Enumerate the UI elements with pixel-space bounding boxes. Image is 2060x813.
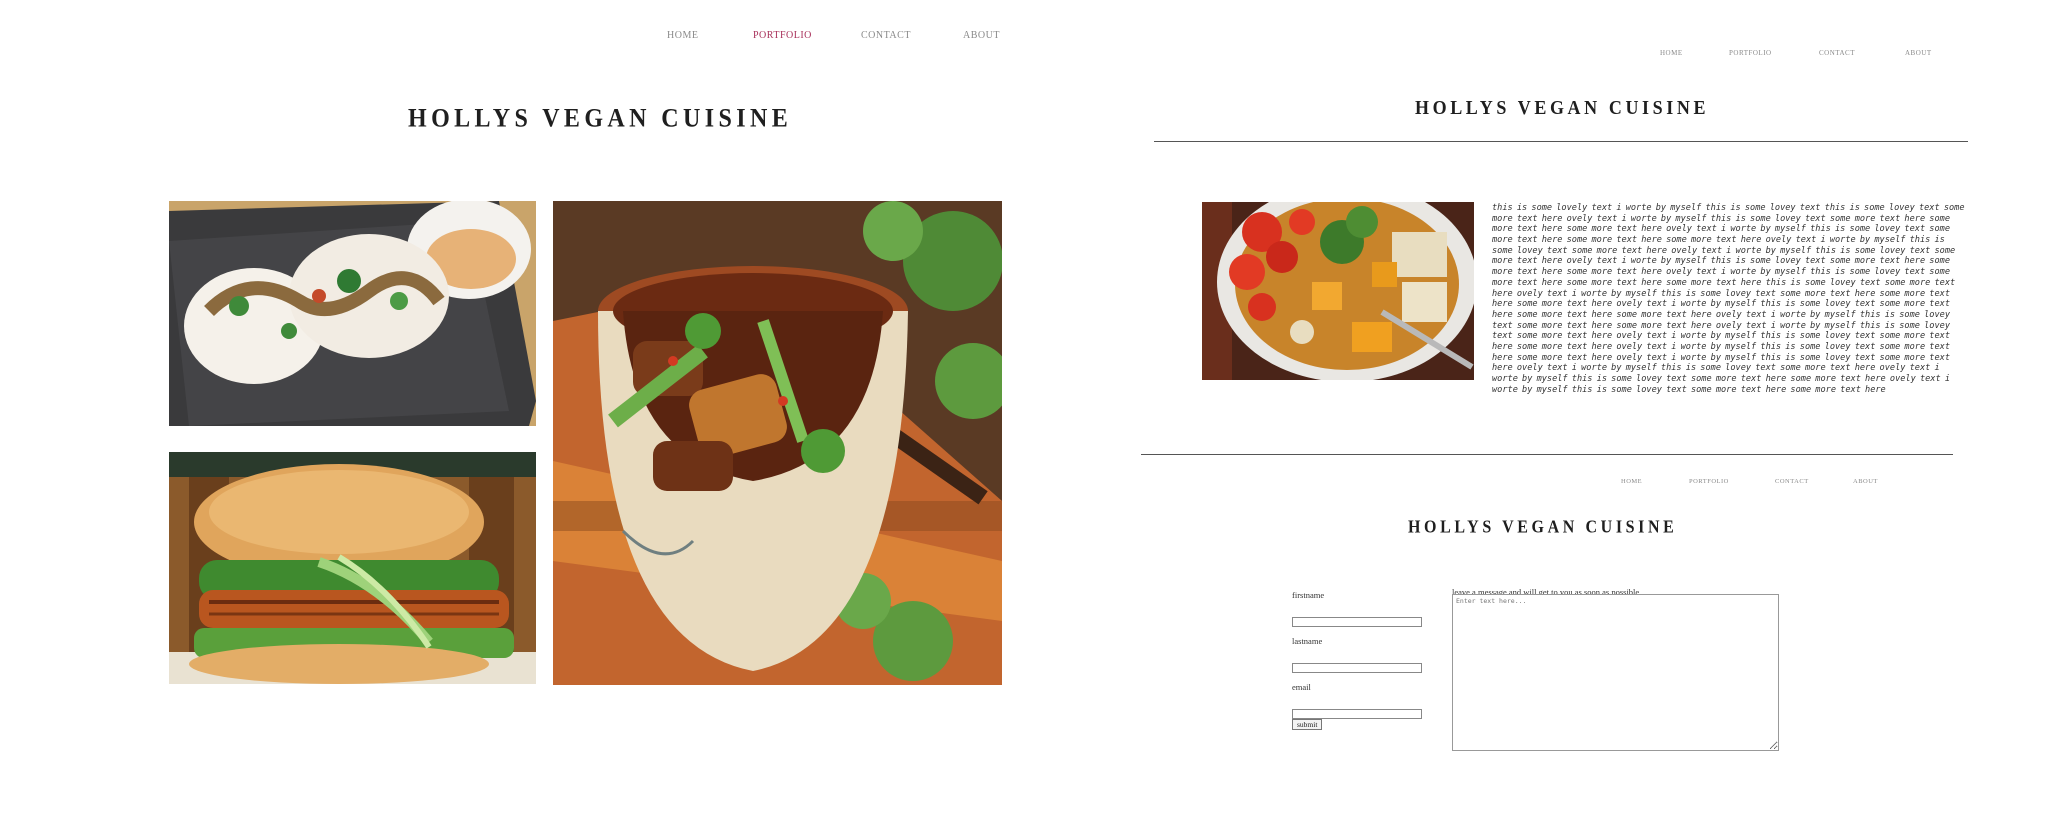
page1-title: HOLLYS VEGAN CUISINE — [408, 104, 793, 134]
page3-title: HOLLYS VEGAN CUISINE — [1408, 518, 1678, 537]
page2-nav-home[interactable]: HOME — [1660, 49, 1683, 57]
page2-nav-contact[interactable]: CONTACT — [1819, 49, 1855, 57]
firstname-label: firstname — [1292, 590, 1325, 600]
article-text: this is some lovely text i worte by myse… — [1492, 203, 1965, 395]
page1-nav-portfolio[interactable]: PORTFOLIO — [753, 30, 812, 41]
email-label: email — [1292, 682, 1311, 692]
submit-button[interactable]: submit — [1292, 719, 1323, 730]
page3-nav-portfolio[interactable]: PORTFOLIO — [1689, 478, 1729, 485]
email-input[interactable] — [1292, 709, 1422, 719]
braised-eggplant-bowl-photo — [553, 201, 1002, 685]
page1-nav-contact[interactable]: CONTACT — [861, 30, 911, 41]
vegetable-soup-photo — [1202, 202, 1474, 380]
page2-nav-about[interactable]: ABOUT — [1905, 49, 1932, 57]
page1-nav-home[interactable]: HOME — [667, 30, 698, 41]
message-textarea[interactable] — [1452, 594, 1779, 751]
page3-nav-about[interactable]: ABOUT — [1853, 478, 1878, 485]
firstname-input[interactable] — [1292, 617, 1422, 627]
page2-divider — [1154, 141, 1968, 142]
lastname-label: lastname — [1292, 636, 1323, 646]
bao-buns-photo — [169, 201, 536, 426]
page3-divider — [1141, 454, 1953, 455]
page2-title: HOLLYS VEGAN CUISINE — [1415, 96, 1710, 119]
page2-nav-portfolio[interactable]: PORTFOLIO — [1729, 49, 1772, 57]
page3-nav-home[interactable]: HOME — [1621, 478, 1642, 485]
page1-nav-about[interactable]: ABOUT — [963, 30, 1000, 41]
page3-nav-contact[interactable]: CONTACT — [1775, 478, 1809, 485]
vegan-burger-photo — [169, 452, 536, 684]
lastname-input[interactable] — [1292, 663, 1422, 673]
